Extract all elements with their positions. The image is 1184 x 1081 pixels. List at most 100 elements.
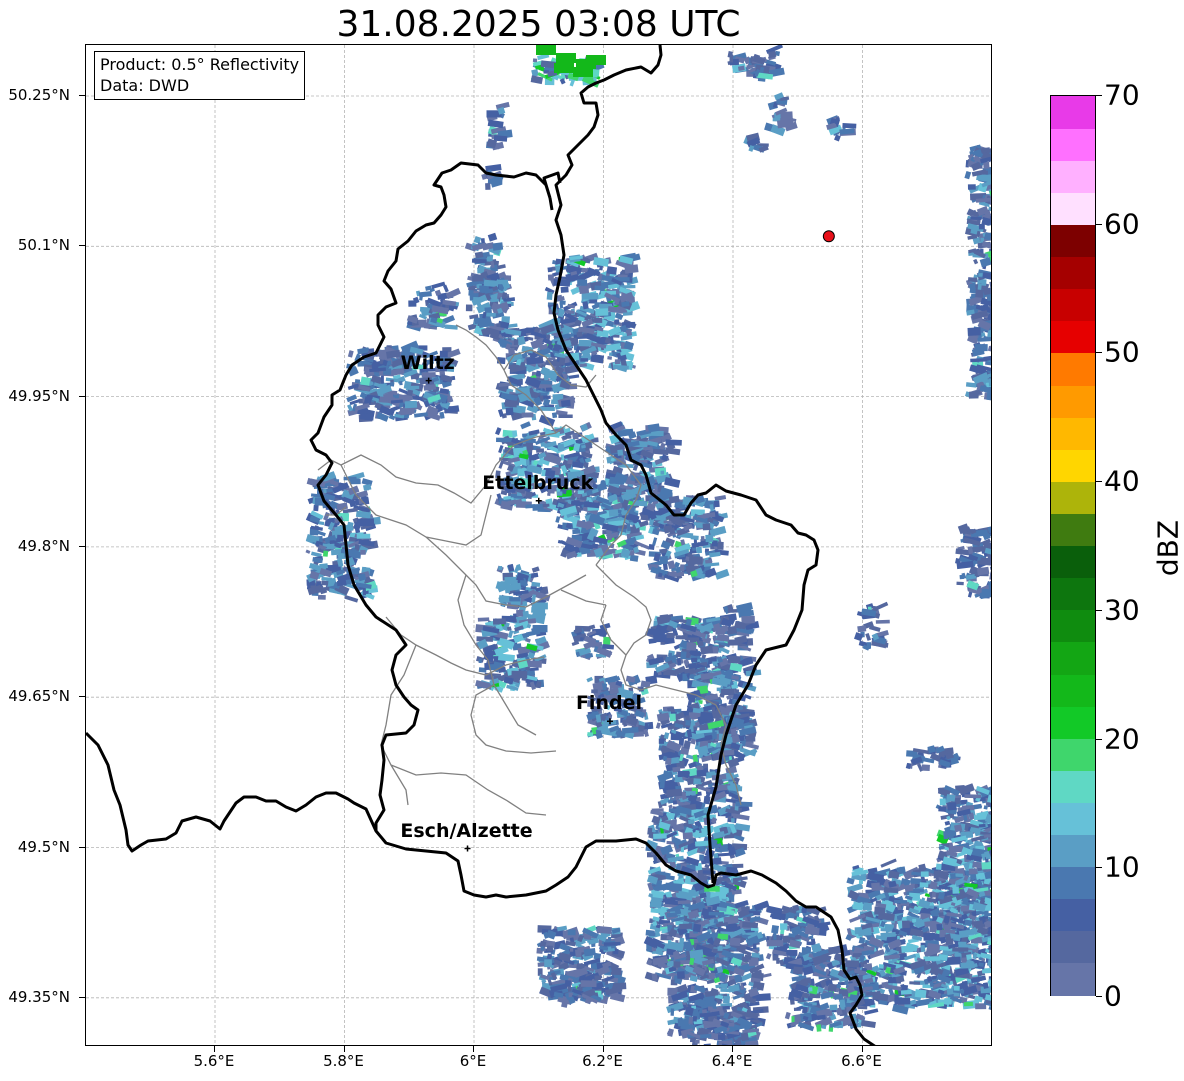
echo-cell	[522, 600, 528, 607]
echo-cell	[472, 275, 484, 282]
echo-cell	[660, 470, 665, 475]
echo-cell	[668, 652, 673, 658]
echo-cell	[442, 284, 449, 293]
echo-cell	[677, 900, 691, 905]
echo-cell	[681, 635, 688, 640]
radar-map[interactable]	[85, 44, 992, 1046]
echo-cell	[717, 1034, 726, 1040]
echo-cell	[745, 735, 756, 742]
echo-cell	[521, 412, 534, 418]
echo-cell	[465, 304, 473, 312]
echo-cell	[610, 967, 622, 976]
echo-cell	[703, 1043, 712, 1045]
echo-cell	[580, 358, 588, 362]
echo-cell	[329, 540, 335, 545]
echo-cell	[717, 852, 732, 857]
echo-cell	[990, 884, 991, 893]
echo-cell	[668, 571, 685, 577]
echo-cell	[444, 324, 458, 330]
echo-cell	[559, 301, 564, 309]
echo-cell	[559, 357, 566, 366]
echo-cell	[914, 989, 927, 999]
echo-cell	[498, 566, 503, 570]
echo-cell	[567, 459, 573, 465]
echo-cell	[572, 433, 579, 440]
echo-cell	[316, 542, 320, 547]
echo-cell	[722, 823, 735, 827]
echo-cell	[668, 804, 673, 809]
echo-cell	[418, 291, 432, 298]
echo-cell	[362, 588, 367, 596]
echo-cell	[666, 632, 675, 639]
echo-cell	[688, 556, 703, 565]
echo-cell	[618, 488, 627, 493]
echo-cell	[569, 948, 574, 952]
echo-cell	[692, 651, 702, 656]
echo-cell	[729, 54, 734, 63]
echo-cell	[723, 995, 730, 1004]
echo-cell	[316, 581, 321, 586]
echo-cell	[700, 711, 712, 721]
echo-cell	[706, 1021, 714, 1026]
echo-cell	[595, 308, 609, 316]
echo-cell	[700, 645, 714, 655]
echo-cell	[560, 286, 569, 293]
echo-cell	[590, 353, 605, 364]
echo-cell	[588, 624, 596, 630]
echo-cell	[744, 954, 752, 960]
echo-cell	[535, 370, 542, 377]
echo-cell	[547, 267, 553, 273]
echo-cell	[653, 833, 667, 839]
echo-cell	[740, 1032, 749, 1042]
echo-cell	[729, 937, 741, 947]
echo-cell	[317, 594, 326, 600]
echo-cell	[507, 630, 514, 639]
echo-cell	[558, 414, 573, 418]
echo-cell	[321, 576, 333, 582]
echo-cell	[846, 927, 852, 936]
echo-cell	[406, 389, 414, 397]
echo-cell	[904, 884, 914, 893]
echo-cell	[651, 973, 658, 982]
echo-cell	[711, 707, 716, 714]
echo-cell	[881, 981, 889, 988]
echo-cell	[712, 731, 717, 740]
echo-cell	[492, 618, 506, 625]
echo-cell	[646, 628, 661, 636]
echo-cell	[504, 400, 517, 408]
echo-cell	[581, 293, 599, 300]
echo-cell	[530, 572, 539, 579]
echo-cell	[664, 477, 681, 488]
echo-cell	[579, 286, 590, 294]
echo-cell	[714, 568, 730, 580]
echo-cell	[497, 408, 504, 418]
radar-echoes	[305, 45, 991, 1045]
echo-cell	[990, 948, 991, 957]
echo-cell	[520, 421, 531, 430]
echo-cell	[584, 316, 589, 321]
echo-cell	[511, 430, 518, 437]
echo-cell	[858, 880, 863, 885]
echo-cell	[709, 657, 717, 662]
echo-cell	[667, 1028, 674, 1037]
echo-cell	[596, 925, 612, 934]
echo-cell	[471, 258, 487, 264]
echo-cell	[647, 460, 651, 465]
echo-cell	[614, 319, 620, 325]
echo-cell	[624, 264, 639, 274]
echo-cell	[359, 413, 374, 421]
echo-cell	[594, 317, 603, 323]
echo-cell	[360, 549, 366, 555]
echo-cell	[653, 634, 667, 643]
echo-cell	[692, 923, 702, 933]
echo-cell	[336, 534, 344, 542]
echo-cell	[408, 300, 417, 307]
echo-cell	[608, 352, 613, 357]
echo-cell	[347, 350, 354, 358]
echo-cell	[380, 375, 384, 384]
echo-cell	[544, 959, 552, 968]
echo-cell	[530, 586, 537, 590]
echo-cell	[322, 550, 329, 557]
echo-cell	[665, 882, 683, 892]
echo-cell	[680, 651, 687, 660]
